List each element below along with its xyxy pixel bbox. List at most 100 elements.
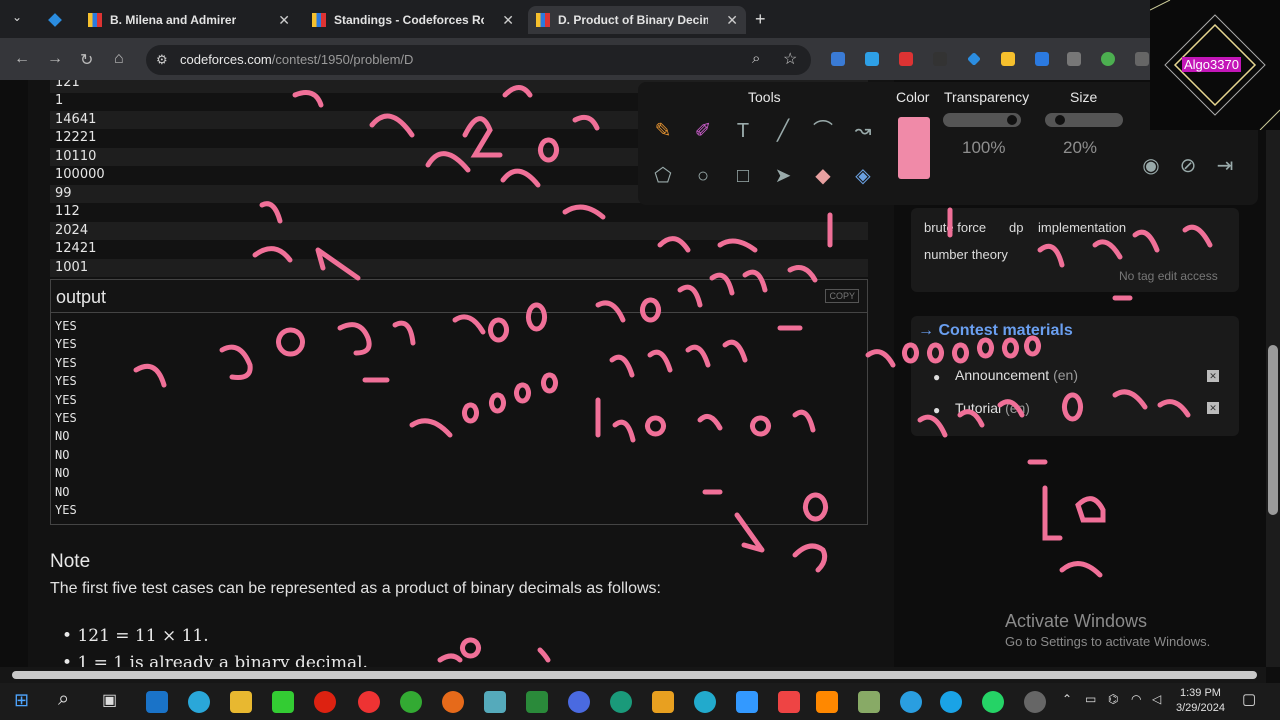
extension-icon[interactable] [865, 52, 879, 66]
close-icon[interactable]: ✕ [1207, 402, 1219, 414]
extension-icon[interactable] [1101, 52, 1115, 66]
output-row: YES [55, 502, 77, 517]
reload-icon[interactable]: ↻ [80, 50, 93, 70]
horizontal-scrollbar-thumb[interactable] [12, 671, 1257, 679]
output-row: YES [55, 392, 77, 407]
close-icon[interactable]: ✕ [278, 12, 290, 29]
skype-icon[interactable] [940, 691, 962, 713]
site-info-icon[interactable]: ⚙ [156, 52, 168, 68]
camera-icon[interactable]: ◉ [1138, 153, 1164, 179]
extension-icon[interactable] [1035, 52, 1049, 66]
extension-icon[interactable] [899, 52, 913, 66]
app-icon[interactable] [526, 691, 548, 713]
tag-link[interactable]: number theory [924, 247, 1008, 262]
download-icon[interactable] [1067, 52, 1081, 66]
tag-link[interactable]: brute force [924, 220, 986, 235]
pycharm-icon[interactable] [272, 691, 294, 713]
size-slider[interactable] [1045, 113, 1123, 127]
extension-icon[interactable] [831, 52, 845, 66]
bookmark-star-icon[interactable]: ☆ [783, 49, 797, 69]
rectangle-tool-icon[interactable]: □ [730, 163, 756, 189]
close-icon[interactable]: ✕ [502, 12, 514, 29]
url-text[interactable]: codeforces.com/contest/1950/problem/D [180, 52, 413, 67]
windows-start-icon[interactable]: ⊞ [14, 690, 29, 711]
diamond-icon [48, 13, 62, 27]
outlook-icon[interactable] [146, 691, 168, 713]
tab-milena[interactable]: B. Milena and Admirer ✕ [80, 6, 298, 34]
network-icon[interactable]: ⌬ [1108, 692, 1118, 706]
app-icon[interactable] [568, 691, 590, 713]
extension-icon[interactable] [933, 52, 947, 66]
wifi-icon[interactable]: ◠ [1131, 692, 1141, 706]
sublime-icon[interactable] [652, 691, 674, 713]
forward-icon[interactable]: → [47, 50, 63, 68]
freeform-arrow-icon[interactable]: ↝ [850, 118, 876, 144]
tab-product-binary[interactable]: D. Product of Binary Decimals ✕ [528, 6, 746, 34]
fill-bucket-icon[interactable]: ◈ [850, 163, 876, 189]
hide-icon[interactable]: ⊘ [1175, 153, 1201, 179]
battery-icon[interactable]: ▭ [1085, 692, 1096, 706]
link-lang: (en) [1005, 400, 1030, 416]
tutorial-link[interactable]: Tutorial (en) [955, 400, 1030, 416]
tray-chevron-icon[interactable]: ⌃ [1062, 692, 1072, 706]
app-icon[interactable] [484, 691, 506, 713]
chrome-icon[interactable] [400, 691, 422, 713]
notification-icon[interactable]: ▢ [1242, 690, 1256, 708]
circle-tool-icon[interactable]: ○ [690, 163, 716, 189]
link-lang: (en) [1053, 367, 1078, 383]
app-icon[interactable] [778, 691, 800, 713]
matlab-icon[interactable] [816, 691, 838, 713]
telegram-icon[interactable] [900, 691, 922, 713]
tag-link[interactable]: dp [1009, 220, 1023, 235]
exit-icon[interactable]: ⇥ [1212, 153, 1238, 179]
extensions-puzzle-icon[interactable] [1135, 52, 1149, 66]
file-explorer-icon[interactable] [230, 691, 252, 713]
eraser-icon[interactable]: ◆ [810, 163, 836, 189]
tag-link[interactable]: implementation [1038, 220, 1126, 235]
whatsapp-icon[interactable] [982, 691, 1004, 713]
opera-icon[interactable] [314, 691, 336, 713]
close-icon[interactable]: ✕ [1207, 370, 1219, 382]
app-icon[interactable] [858, 691, 880, 713]
transparency-slider[interactable] [943, 113, 1021, 127]
zoom-icon[interactable]: ⌕ [752, 50, 760, 67]
highlighter-icon[interactable]: ✐ [690, 118, 716, 144]
tab-pinned[interactable] [40, 6, 72, 34]
volume-icon[interactable]: ◁ [1152, 692, 1161, 706]
chatgpt-icon[interactable] [610, 691, 632, 713]
materials-title[interactable]: → Contest materials [918, 322, 1073, 340]
copy-button[interactable]: COPY [825, 289, 859, 303]
chrome-icon[interactable] [358, 691, 380, 713]
color-label: Color [896, 89, 930, 105]
text-tool-icon[interactable]: T [730, 118, 756, 144]
clock-time: 1:39 PM [1179, 687, 1221, 699]
curve-tool-icon[interactable]: ⌒ [810, 118, 836, 144]
search-icon[interactable]: ⌕ [58, 688, 69, 711]
polygon-tool-icon[interactable]: ⬠ [650, 163, 676, 189]
extension-icon[interactable] [1001, 52, 1015, 66]
note-text: The first five test cases can be represe… [50, 580, 661, 597]
line-tool-icon[interactable]: ╱ [770, 118, 796, 144]
system-clock[interactable]: 1:39 PM 3/29/2024 [1176, 686, 1225, 716]
firefox-icon[interactable] [442, 691, 464, 713]
channel-name: Algo3370 [1182, 57, 1241, 72]
announcement-link[interactable]: Announcement (en) [955, 367, 1078, 383]
task-view-icon[interactable]: ▣ [102, 690, 117, 710]
scrollbar-thumb[interactable] [1268, 345, 1278, 515]
app-icon[interactable] [1024, 691, 1046, 713]
app-icon[interactable] [736, 691, 758, 713]
back-icon[interactable]: ← [14, 50, 30, 68]
pointer-tool-icon[interactable]: ➤ [770, 163, 796, 189]
close-icon[interactable]: ✕ [726, 12, 738, 29]
tab-standings[interactable]: Standings - Codeforces Round ✕ [304, 6, 522, 34]
input-row: 12421 [55, 241, 97, 256]
slider-knob[interactable] [1007, 115, 1017, 125]
tab-list-chevron-icon[interactable]: ⌄ [12, 10, 22, 24]
new-tab-button[interactable]: + [755, 9, 766, 30]
home-icon[interactable]: ⌂ [114, 50, 124, 68]
app-icon[interactable] [694, 691, 716, 713]
edge-icon[interactable] [188, 691, 210, 713]
slider-knob[interactable] [1055, 115, 1065, 125]
pencil-icon[interactable]: ✎ [650, 118, 676, 144]
color-swatch[interactable] [898, 117, 930, 179]
